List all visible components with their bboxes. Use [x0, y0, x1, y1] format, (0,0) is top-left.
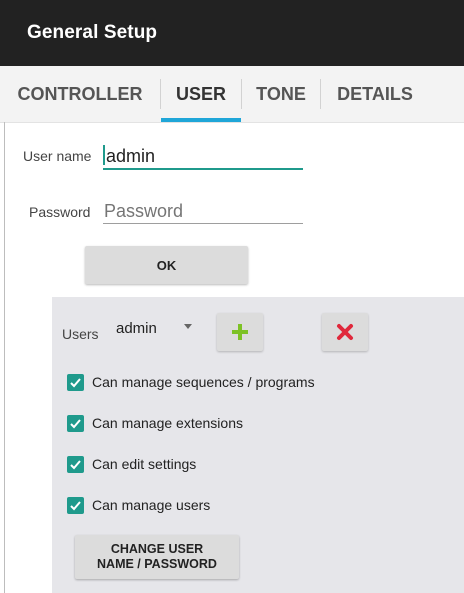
tab-tone[interactable]: TONE	[242, 66, 320, 122]
tab-user[interactable]: USER	[161, 66, 241, 122]
add-user-button[interactable]	[217, 313, 263, 351]
checkmark-icon	[70, 500, 81, 510]
username-underline	[103, 168, 303, 170]
checkmark-icon	[70, 418, 81, 428]
app-title-bar: General Setup	[0, 0, 464, 66]
plus-icon	[232, 324, 248, 340]
ok-button[interactable]: OK	[85, 246, 248, 284]
checkmark-icon	[70, 459, 81, 469]
username-label: User name	[23, 148, 92, 164]
button-label-line: NAME / PASSWORD	[97, 557, 217, 571]
permission-label: Can manage sequences / programs	[92, 374, 315, 390]
users-panel: Users admin Can manage sequences / progr…	[52, 297, 464, 593]
permission-manage-sequences[interactable]: Can manage sequences / programs	[67, 371, 315, 393]
text-cursor	[103, 145, 105, 165]
password-label: Password	[29, 204, 91, 220]
username-field[interactable]	[106, 144, 302, 168]
password-underline	[103, 223, 303, 224]
tab-bar: CONTROLLER USER TONE DETAILS	[0, 66, 464, 123]
permission-label: Can edit settings	[92, 456, 197, 472]
content-border	[4, 122, 5, 593]
delete-user-button[interactable]	[322, 313, 368, 351]
password-field[interactable]	[104, 199, 302, 223]
permission-label: Can manage users	[92, 497, 211, 513]
checkbox-checked[interactable]	[67, 455, 84, 473]
checkbox-checked[interactable]	[67, 373, 84, 391]
users-label: Users	[62, 326, 99, 342]
close-icon	[337, 324, 353, 340]
permission-label: Can manage extensions	[92, 415, 243, 431]
selected-user: admin	[116, 319, 157, 337]
permission-manage-extensions[interactable]: Can manage extensions	[67, 412, 243, 434]
dropdown-arrow-icon	[184, 324, 192, 329]
checkbox-checked[interactable]	[67, 496, 84, 514]
permission-edit-settings[interactable]: Can edit settings	[67, 453, 196, 475]
tab-controller[interactable]: CONTROLLER	[0, 66, 160, 122]
tab-details[interactable]: DETAILS	[321, 66, 429, 122]
app-title: General Setup	[27, 22, 158, 43]
permission-manage-users[interactable]: Can manage users	[67, 494, 210, 516]
change-user-password-button[interactable]: CHANGE USER NAME / PASSWORD	[75, 535, 239, 579]
user-select[interactable]: admin	[116, 315, 206, 341]
checkmark-icon	[70, 377, 81, 387]
button-label-line: CHANGE USER	[110, 542, 204, 556]
checkbox-checked[interactable]	[67, 414, 84, 432]
